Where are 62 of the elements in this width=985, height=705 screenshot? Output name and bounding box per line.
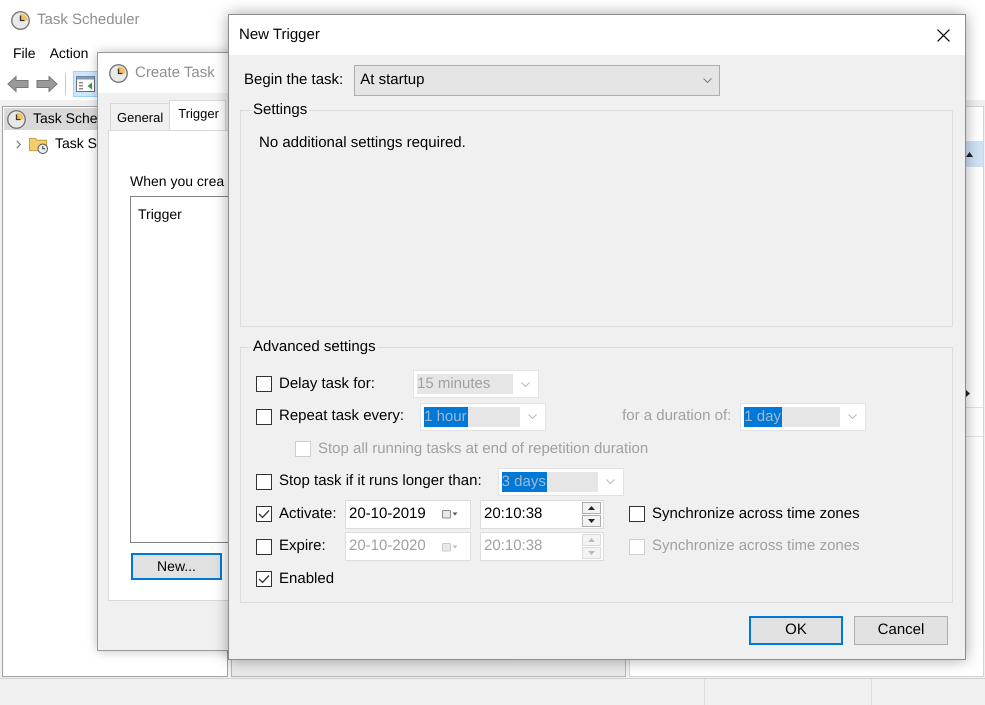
forward-arrow-icon[interactable] <box>36 75 58 93</box>
checkbox-label: Activate: <box>279 504 337 524</box>
down-arrow-icon <box>588 551 595 556</box>
calendar-dropdown-icon[interactable] <box>442 509 458 520</box>
down-arrow-icon <box>588 518 595 523</box>
time-field[interactable]: 20:10:38 <box>480 500 604 529</box>
column-header: Trigger <box>138 206 182 222</box>
chevron-icon[interactable] <box>15 140 22 148</box>
caret-icon <box>521 382 530 387</box>
caret-icon <box>703 78 712 83</box>
dropdown[interactable]: At startup <box>354 65 720 96</box>
date-field[interactable]: 20-10-2019 <box>345 500 471 529</box>
checkbox[interactable] <box>256 538 272 555</box>
checkbox-label: Synchronize across time zones <box>652 537 860 556</box>
checkbox-label: Enabled <box>279 570 334 589</box>
clock-icon <box>11 10 30 30</box>
checkbox[interactable] <box>629 506 645 522</box>
caret-icon <box>848 414 858 420</box>
tree-item[interactable]: Task S <box>4 133 102 155</box>
info-text: No additional settings required. <box>259 134 466 153</box>
up-arrow-icon <box>588 538 595 542</box>
tab[interactable]: Trigger <box>169 100 226 130</box>
caret-icon <box>606 479 615 484</box>
window-title: Task Scheduler <box>37 10 140 30</box>
checkmark-icon <box>258 509 270 520</box>
menu-item[interactable]: Action <box>42 43 96 65</box>
checkmark-icon <box>258 574 270 584</box>
checkbox-label: Stop all running tasks at end of repetition duration <box>318 440 648 459</box>
checkbox-label: Synchronize across time zones <box>652 504 860 524</box>
checkbox[interactable] <box>256 376 272 392</box>
checkbox-label: Stop task if it runs longer than: <box>279 472 482 492</box>
checkbox[interactable] <box>256 408 272 425</box>
spin-up-button[interactable] <box>582 502 601 514</box>
dialog-button[interactable]: Cancel <box>854 616 948 645</box>
checkbox-label: Repeat task every: <box>279 407 404 426</box>
submenu-arrow-icon <box>966 390 970 396</box>
checkbox[interactable] <box>256 474 272 490</box>
dialog-button[interactable]: OK <box>749 616 843 645</box>
menu-item[interactable]: File <box>6 43 43 65</box>
console-icon <box>76 76 95 92</box>
up-arrow-icon <box>588 506 595 510</box>
clock-icon <box>7 110 26 128</box>
toolbar-button[interactable] <box>73 71 98 97</box>
field-label: Begin the task: <box>244 71 344 90</box>
spin-down-button[interactable] <box>582 514 601 527</box>
checkbox-label: Expire: <box>279 537 326 556</box>
caret-icon <box>528 414 538 420</box>
group-label: Settings <box>252 101 308 119</box>
field-label: for a duration of: <box>622 407 732 426</box>
tab[interactable]: General <box>110 103 170 130</box>
checkbox[interactable] <box>256 571 272 588</box>
back-arrow-icon[interactable] <box>7 75 29 93</box>
checkbox-label: Delay task for: <box>279 374 375 394</box>
checkbox[interactable] <box>256 506 272 522</box>
collapse-arrow-icon[interactable] <box>966 152 973 156</box>
group-label: Advanced settings <box>252 338 377 356</box>
window-title: Create Task <box>135 64 215 82</box>
clock-icon <box>109 64 128 82</box>
window-title: New Trigger <box>239 26 320 44</box>
new-button[interactable]: New... <box>131 553 222 580</box>
close-icon[interactable] <box>937 28 950 42</box>
description-text: When you crea <box>130 172 224 191</box>
